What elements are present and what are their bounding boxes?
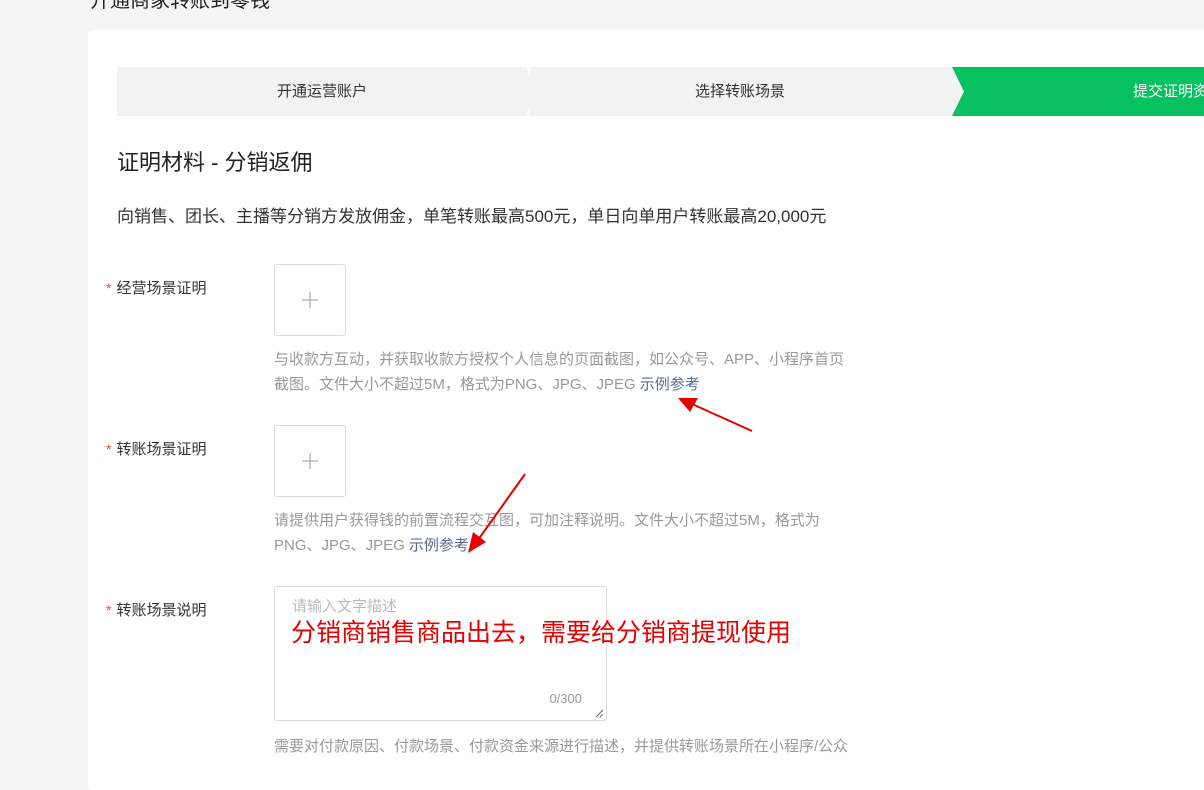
step-active-arrow-icon bbox=[950, 67, 966, 116]
upload-business-proof-button[interactable] bbox=[274, 264, 346, 336]
annotation-text: 分销商销售商品出去，需要给分销商提现使用 bbox=[291, 619, 792, 647]
transfer-desc-textarea-wrap: 0/300 bbox=[274, 586, 607, 721]
hint-business-proof: 与收款方互动，并获取收款方授权个人信息的页面截图，如公众号、APP、小程序首页 … bbox=[274, 351, 845, 393]
hint-transfer-proof: 请提供用户获得钱的前置流程交互图，可加注释说明。文件大小不超过5M，格式为 PN… bbox=[274, 512, 820, 554]
field-label-transfer-desc: * 转账场景说明 bbox=[106, 602, 207, 619]
required-mark: * bbox=[106, 280, 112, 296]
step-open-account: 开通运营账户 bbox=[117, 67, 527, 116]
hint-transfer-desc: 需要对付款原因、付款场景、付款资金来源进行描述，并提供转账场景所在小程序/公众 bbox=[274, 738, 849, 755]
required-mark: * bbox=[106, 602, 112, 618]
resize-handle-icon[interactable] bbox=[594, 708, 604, 718]
field-label-business-proof: * 经营场景证明 bbox=[106, 280, 207, 297]
plus-icon bbox=[302, 292, 318, 308]
step-submit-proof: 提交证明资料 bbox=[952, 67, 1204, 116]
progress-steps: 开通运营账户 选择转账场景 提交证明资料 bbox=[117, 67, 1204, 116]
page-title: 开通商家转账到零钱 bbox=[90, 0, 270, 12]
required-mark: * bbox=[106, 441, 112, 457]
plus-icon bbox=[302, 453, 318, 469]
step-submit-proof-label: 提交证明资料 bbox=[1133, 83, 1204, 100]
example-link-business-proof[interactable]: 示例参考 bbox=[640, 376, 700, 393]
section-description: 向销售、团长、主播等分销方发放佣金，单笔转账最高500元，单日向单用户转账最高2… bbox=[117, 207, 827, 226]
upload-transfer-proof-button[interactable] bbox=[274, 425, 346, 497]
form-card bbox=[88, 30, 1204, 790]
field-label-transfer-proof: * 转账场景证明 bbox=[106, 441, 207, 458]
step-select-scene: 选择转账场景 bbox=[530, 67, 950, 116]
section-title: 证明材料 - 分销返佣 bbox=[117, 150, 313, 175]
example-link-transfer-proof[interactable]: 示例参考 bbox=[409, 537, 469, 554]
char-counter: 0/300 bbox=[549, 691, 582, 706]
